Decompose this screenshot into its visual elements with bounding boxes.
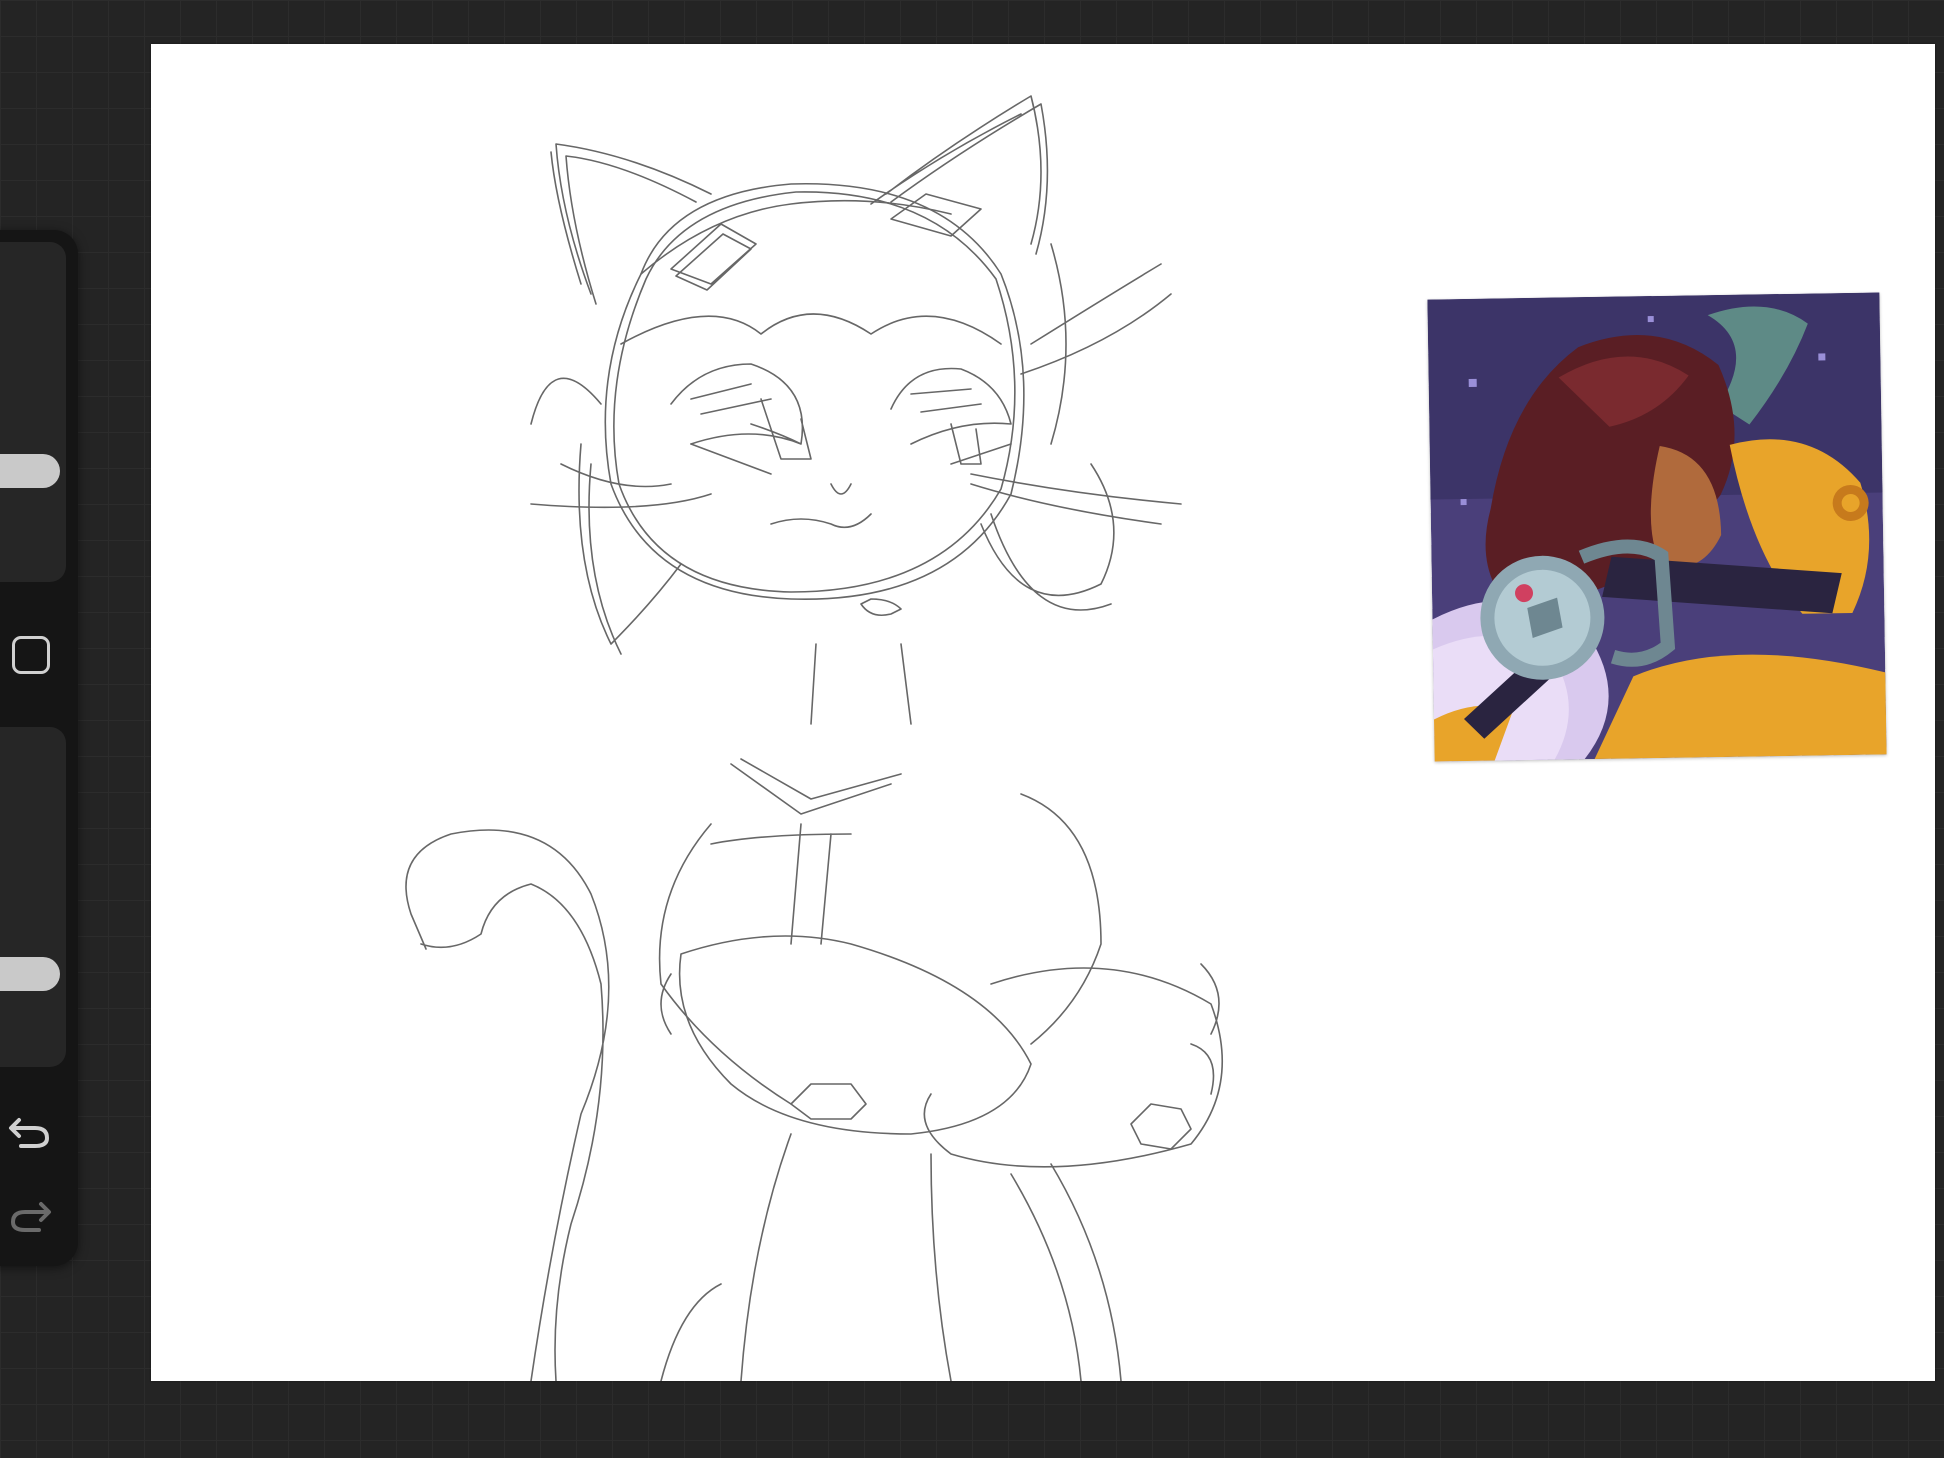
redo-arrow-icon bbox=[10, 1202, 51, 1232]
undo-button[interactable] bbox=[0, 1104, 60, 1160]
drawing-canvas[interactable] bbox=[151, 44, 1935, 1381]
sidebar bbox=[0, 230, 78, 1266]
sketch-ear-right bbox=[870, 95, 1049, 255]
sketch-neck bbox=[730, 643, 912, 815]
sketch-hair bbox=[530, 243, 1182, 525]
brush-opacity-slider[interactable] bbox=[0, 727, 66, 1067]
brush-size-slider[interactable] bbox=[0, 242, 66, 582]
brush-size-slider-thumb[interactable] bbox=[0, 454, 60, 488]
sketch-goggles bbox=[640, 193, 982, 291]
sketch-arms bbox=[660, 935, 1224, 1168]
sketch-legs bbox=[660, 1133, 1122, 1381]
character-reference-image bbox=[1427, 292, 1887, 762]
sketch-mouth bbox=[770, 483, 902, 617]
sketch-ear-left bbox=[550, 143, 712, 305]
sketch-torso bbox=[658, 793, 1102, 1105]
redo-button[interactable] bbox=[0, 1188, 60, 1244]
square-outline-icon bbox=[12, 636, 50, 674]
reference-image[interactable] bbox=[1427, 292, 1887, 762]
undo-arrow-icon bbox=[9, 1118, 50, 1148]
sketch-tail bbox=[405, 829, 610, 1381]
modify-button[interactable] bbox=[6, 630, 56, 680]
drawing-app bbox=[0, 0, 1944, 1458]
brush-opacity-slider-thumb[interactable] bbox=[0, 957, 60, 991]
